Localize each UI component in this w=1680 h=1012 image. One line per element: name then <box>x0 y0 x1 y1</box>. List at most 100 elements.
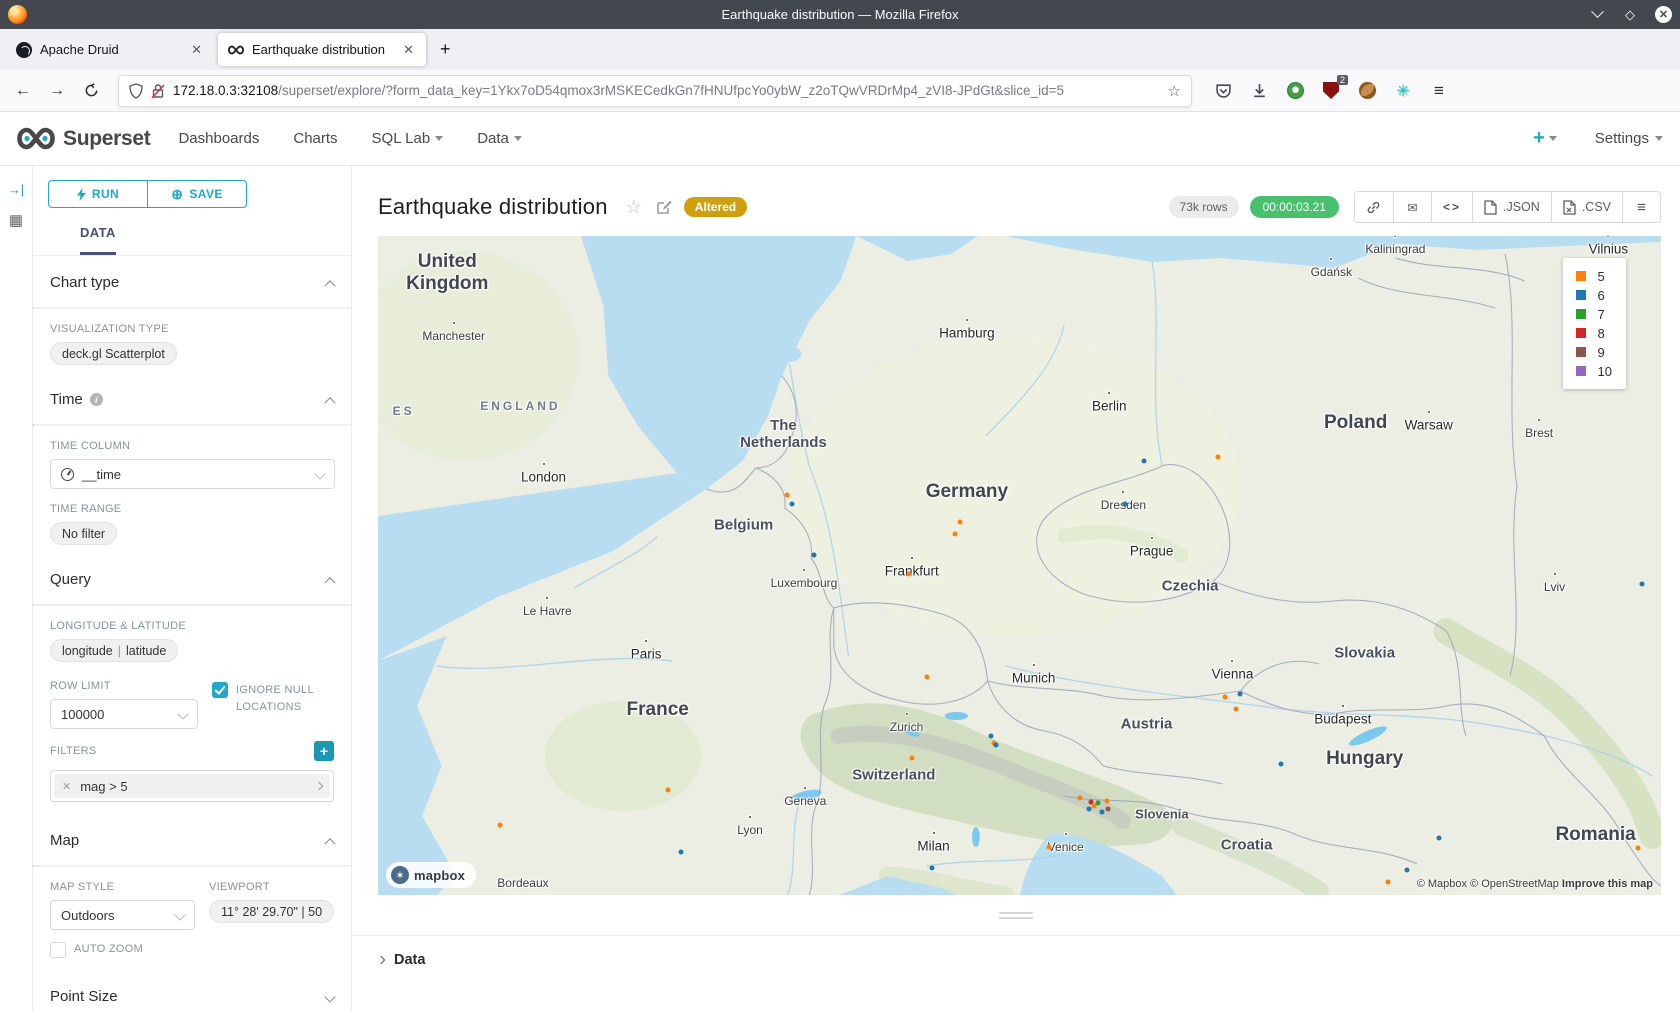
scatter-point[interactable] <box>953 531 958 536</box>
nav-item-sql-lab[interactable]: SQL Lab <box>372 130 444 147</box>
scatter-point[interactable] <box>785 492 790 497</box>
url-text[interactable]: 172.18.0.3:32108/superset/explore/?form_… <box>173 83 1160 98</box>
insecure-lock-icon[interactable] <box>151 83 165 99</box>
superset-logo[interactable]: Superset <box>17 126 150 151</box>
scatter-point[interactable] <box>1404 867 1409 872</box>
lonlat-pill[interactable]: longitude|latitude <box>50 639 178 662</box>
info-icon[interactable]: i <box>90 393 103 406</box>
ublock-icon[interactable]: 2 <box>1318 78 1344 104</box>
window-close-icon[interactable]: ✕ <box>1655 6 1672 23</box>
scatter-point[interactable] <box>1106 806 1111 811</box>
section-header[interactable]: Chart type <box>50 274 334 303</box>
save-button[interactable]: ⊕ SAVE <box>147 180 247 208</box>
data-tab[interactable]: DATA <box>33 224 351 256</box>
sparkle-extension-icon[interactable]: ✳ <box>1390 78 1416 104</box>
map-style-select[interactable]: Outdoors <box>50 900 195 930</box>
scatter-point[interactable] <box>1089 800 1094 805</box>
viz-type-pill[interactable]: deck.gl Scatterplot <box>50 342 177 365</box>
scatter-point[interactable] <box>907 572 912 577</box>
section-header[interactable]: Map <box>50 832 334 861</box>
section-header[interactable]: Point Size <box>50 988 334 1012</box>
scatter-point[interactable] <box>1222 694 1227 699</box>
add-filter-button[interactable]: + <box>314 741 334 761</box>
filter-item[interactable]: ✕ mag > 5 <box>50 770 334 802</box>
cookie-extension-icon[interactable] <box>1354 78 1380 104</box>
scatter-point[interactable] <box>1234 707 1239 712</box>
copy-link-button[interactable] <box>1355 192 1393 222</box>
scatter-point[interactable] <box>678 850 683 855</box>
tab-close-icon[interactable]: ✕ <box>189 42 204 58</box>
scatter-point[interactable] <box>1238 692 1243 697</box>
tracking-shield-icon[interactable] <box>129 83 143 99</box>
scatter-point[interactable] <box>1385 879 1390 884</box>
view-query-button[interactable]: <> <box>1431 192 1472 222</box>
run-button[interactable]: RUN <box>48 180 147 208</box>
panel-resize-grip[interactable] <box>352 895 1680 935</box>
deckgl-map[interactable]: United KingdomManchesterENGLANDESLondonL… <box>378 236 1661 895</box>
privacy-badger-icon[interactable] <box>1282 78 1308 104</box>
scatter-point[interactable] <box>1099 809 1104 814</box>
auto-zoom-checkbox[interactable] <box>50 942 66 958</box>
section-header[interactable]: Query <box>50 571 334 600</box>
downloads-icon[interactable] <box>1246 78 1272 104</box>
chart-menu-button[interactable]: ≡ <box>1622 192 1660 222</box>
forward-button[interactable]: → <box>42 76 72 106</box>
altered-badge[interactable]: Altered <box>684 197 747 217</box>
scatter-point[interactable] <box>1141 458 1146 463</box>
scatter-point[interactable] <box>1077 796 1082 801</box>
scatter-point[interactable] <box>925 674 930 679</box>
scatter-point[interactable] <box>1095 800 1100 805</box>
back-button[interactable]: ← <box>8 76 38 106</box>
nav-item-dashboards[interactable]: Dashboards <box>178 130 259 147</box>
scatter-point[interactable] <box>1639 581 1644 586</box>
window-minimize-icon[interactable] <box>1589 7 1605 23</box>
menu-icon[interactable]: ≡ <box>1426 78 1452 104</box>
scatter-point[interactable] <box>497 823 502 828</box>
scatter-point[interactable] <box>1047 844 1052 849</box>
scatter-point[interactable] <box>989 734 994 739</box>
scatter-point[interactable] <box>665 788 670 793</box>
time-range-pill[interactable]: No filter <box>50 522 117 545</box>
scatter-point[interactable] <box>930 865 935 870</box>
tab-earthquake-distribution[interactable]: Earthquake distribution ✕ <box>218 33 426 66</box>
favorite-star-icon[interactable]: ☆ <box>626 197 642 218</box>
tab-close-icon[interactable]: ✕ <box>401 42 416 58</box>
nav-item-data[interactable]: Data <box>477 130 522 147</box>
pocket-icon[interactable] <box>1210 78 1236 104</box>
map-attribution[interactable]: © Mapbox © OpenStreetMap Improve this ma… <box>1417 878 1653 890</box>
scatter-point[interactable] <box>1437 835 1442 840</box>
scatter-point[interactable] <box>812 552 817 557</box>
viewport-pill[interactable]: 11° 28' 29.70" | 50... <box>209 900 334 923</box>
tab-apache-druid[interactable]: Apache Druid ✕ <box>6 33 214 66</box>
scatter-point[interactable] <box>1279 761 1284 766</box>
expand-datasource-icon[interactable]: →| <box>8 182 24 197</box>
datasource-grid-icon[interactable]: ▦ <box>9 211 23 229</box>
export-json-button[interactable]: .JSON <box>1472 192 1551 222</box>
scatter-point[interactable] <box>1086 806 1091 811</box>
improve-map-link[interactable]: Improve this map <box>1562 878 1653 890</box>
time-column-select[interactable]: __time <box>50 459 335 489</box>
row-limit-select[interactable]: 100000 <box>50 699 198 729</box>
url-bar[interactable]: 172.18.0.3:32108/superset/explore/?form_… <box>118 75 1192 107</box>
scatter-point[interactable] <box>909 755 914 760</box>
window-maximize-icon[interactable]: ◇ <box>1622 7 1638 23</box>
bookmark-star-icon[interactable]: ☆ <box>1168 82 1181 100</box>
scatter-point[interactable] <box>1104 798 1109 803</box>
scatter-point[interactable] <box>790 501 795 506</box>
data-results-panel[interactable]: Data <box>352 935 1680 968</box>
scatter-point[interactable] <box>958 520 963 525</box>
scatter-point[interactable] <box>1216 454 1221 459</box>
embed-email-button[interactable]: ✉ <box>1393 192 1431 222</box>
mapbox-logo[interactable]: ✶ mapbox <box>386 862 476 888</box>
settings-menu[interactable]: Settings <box>1595 130 1663 147</box>
nav-item-charts[interactable]: Charts <box>293 130 337 147</box>
ignore-null-checkbox[interactable] <box>212 682 228 698</box>
scatter-point[interactable] <box>1635 846 1640 851</box>
scatter-point[interactable] <box>1122 502 1127 507</box>
scatter-point[interactable] <box>994 742 999 747</box>
new-tab-button[interactable]: + <box>430 39 461 60</box>
edit-properties-icon[interactable] <box>656 199 672 215</box>
new-item-button[interactable]: + <box>1533 127 1557 150</box>
export-csv-button[interactable]: .CSV <box>1551 192 1622 222</box>
remove-filter-icon[interactable]: ✕ <box>62 780 71 793</box>
